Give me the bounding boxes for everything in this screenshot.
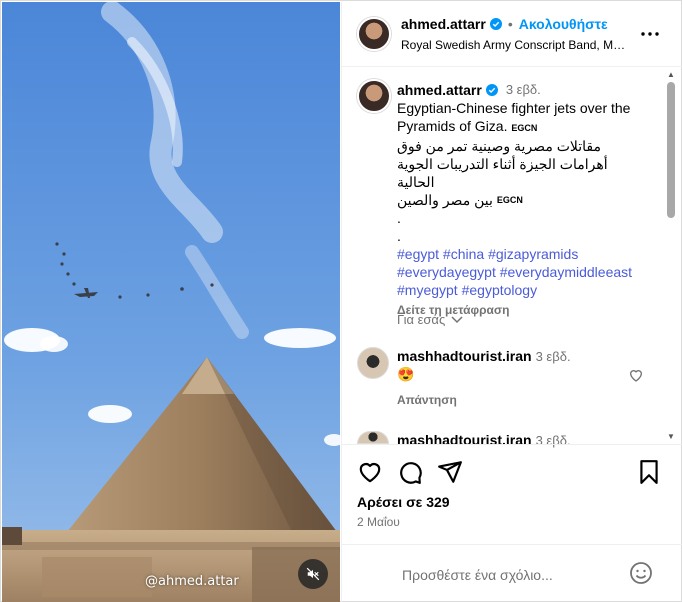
scroll-down-arrow-icon[interactable]: ▼	[666, 432, 676, 442]
comment-header: mashhadtourist.iran 3 εβδ.	[397, 348, 571, 364]
caption-time[interactable]: 3 εβδ.	[506, 81, 541, 99]
verified-badge-icon	[485, 84, 498, 96]
caption-author-avatar[interactable]	[357, 79, 391, 113]
like-heart-icon[interactable]	[357, 459, 383, 485]
author-avatar[interactable]	[357, 17, 391, 51]
scroll-up-arrow-icon[interactable]: ▲	[666, 70, 676, 80]
for-you-filter[interactable]: Για εσάς	[397, 312, 463, 327]
muted-speaker-icon	[306, 567, 320, 581]
scrollbar-thumb[interactable]	[667, 82, 675, 218]
verified-badge-icon	[489, 18, 502, 30]
comment-bubble-icon[interactable]	[397, 459, 423, 485]
post-details-panel: ahmed.attarr • Ακολουθήστε Royal Swedish…	[341, 2, 682, 602]
post-date[interactable]: 2 Μαΐου	[357, 515, 400, 529]
comment-like-icon[interactable]	[628, 367, 644, 383]
caption-arabic-3: بين مصر والصين	[397, 192, 493, 208]
hashtags-line-2[interactable]: #everydayegypt #everydaymiddleeast	[397, 263, 659, 281]
author-username[interactable]: ahmed.attarr	[401, 16, 486, 32]
comment-username[interactable]: mashhadtourist.iran	[397, 348, 532, 364]
more-options-button[interactable]	[638, 22, 662, 46]
separator-dot: •	[507, 16, 513, 32]
post-dialog: @ahmed.attar ahmed.attarr • Ακολουθήστε …	[0, 0, 682, 602]
caption: ahmed.attarr 3 εβδ. Egyptian-Chinese fig…	[397, 81, 659, 319]
add-comment-bar: Προσθέστε ένα σχόλιο...	[342, 544, 682, 602]
caption-username[interactable]: ahmed.attarr	[397, 81, 482, 99]
caption-arabic-2: أهرامات الجيزة أثناء التدريبات الجوية ال…	[397, 156, 608, 190]
post-header: ahmed.attarr • Ακολουθήστε Royal Swedish…	[342, 2, 682, 67]
caption-arabic-1: مقاتلات مصرية وصينية تمر من فوق	[397, 138, 601, 154]
post-video[interactable]: @ahmed.attar	[2, 2, 340, 602]
follow-button[interactable]: Ακολουθήστε	[519, 16, 608, 32]
video-watermark: @ahmed.attar	[145, 574, 239, 589]
caption-tag-2: EGCN	[496, 195, 523, 205]
share-send-icon[interactable]	[437, 459, 463, 485]
more-horizontal-icon	[641, 32, 659, 36]
comment-text: 😍	[397, 366, 415, 382]
likes-count[interactable]: Αρέσει σε 329	[357, 494, 450, 510]
comments-scrollbar[interactable]: ▲ ▼	[664, 68, 678, 444]
hashtags-line-3[interactable]: #myegypt #egyptology	[397, 281, 659, 299]
caption-dot-1: .	[397, 210, 401, 226]
comment-time[interactable]: 3 εβδ.	[536, 349, 571, 364]
chevron-down-icon	[451, 315, 463, 323]
for-you-label: Για εσάς	[397, 312, 446, 327]
reply-button[interactable]: Απάντηση	[397, 393, 457, 407]
save-bookmark-icon[interactable]	[636, 459, 662, 485]
commenter-avatar[interactable]	[357, 431, 389, 444]
audio-subtitle[interactable]: Royal Swedish Army Conscript Band, Mat..…	[401, 38, 631, 52]
caption-dot-2: .	[397, 228, 401, 244]
caption-tag-1: EGCN	[511, 123, 538, 133]
comment-input[interactable]: Προσθέστε ένα σχόλιο...	[402, 567, 553, 583]
pyramid-scene	[2, 2, 340, 602]
caption-line-1: Egyptian-Chinese fighter jets over the	[397, 100, 631, 116]
commenter-avatar[interactable]	[357, 347, 389, 379]
caption-line-2: Pyramids of Giza.	[397, 118, 508, 134]
hashtags-line-1[interactable]: #egypt #china #gizapyramids	[397, 245, 659, 263]
emoji-smiley-icon[interactable]	[629, 561, 653, 585]
post-actions: Αρέσει σε 329 2 Μαΐου	[342, 444, 682, 544]
mute-button[interactable]	[298, 559, 328, 589]
